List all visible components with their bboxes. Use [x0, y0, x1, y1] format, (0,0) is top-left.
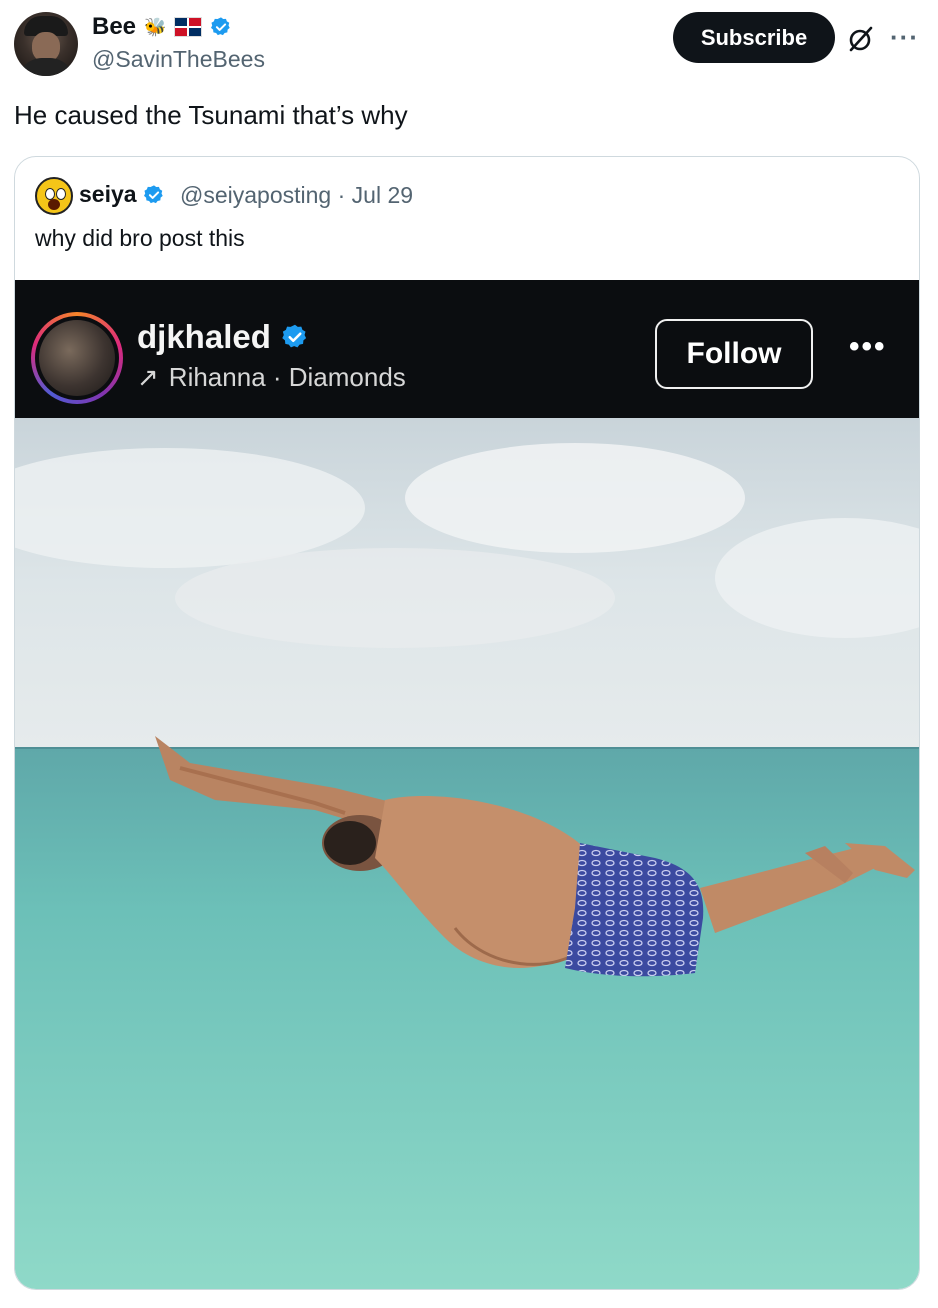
- diving-photo[interactable]: [15, 418, 919, 1289]
- author-name[interactable]: Bee: [92, 13, 136, 41]
- music-arrow-icon: ↗: [137, 362, 159, 392]
- tweet-text: He caused the Tsunami that’s why: [14, 100, 408, 130]
- verified-badge-icon: [211, 17, 231, 36]
- quoted-author-avatar[interactable]: [35, 177, 73, 215]
- quoted-author-handle[interactable]: @seiyaposting: [180, 182, 331, 208]
- instagram-header: djkhaled ↗ Rihanna · Diamonds Follow •••: [15, 280, 919, 418]
- author-handle[interactable]: @SavinTheBees: [92, 46, 265, 73]
- quoted-tweet-card[interactable]: seiya @seiyaposting · Jul 29 why did bro…: [14, 156, 920, 1290]
- ig-username: djkhaled: [137, 318, 271, 355]
- ig-verified-icon: [282, 324, 306, 348]
- grok-icon[interactable]: [846, 24, 876, 54]
- quoted-date[interactable]: Jul 29: [352, 182, 413, 208]
- story-ring: [31, 312, 123, 404]
- ig-music-row: ↗ Rihanna · Diamonds: [137, 362, 406, 393]
- quoted-author-name[interactable]: seiya: [79, 181, 137, 208]
- dominican-flag-icon: [174, 17, 203, 37]
- quoted-meta: @seiyaposting · Jul 29: [180, 182, 413, 209]
- bee-emoji-icon: 🐝: [144, 17, 167, 37]
- ig-avatar: [39, 320, 115, 396]
- ig-follow-button: Follow: [655, 319, 813, 389]
- verified-badge-icon: [143, 184, 163, 203]
- ig-more-icon: •••: [849, 330, 887, 363]
- ig-username-row: djkhaled: [137, 318, 309, 356]
- quoted-tweet-text: why did bro post this: [35, 225, 245, 251]
- ig-music-label: Rihanna · Diamonds: [168, 362, 406, 392]
- author-name-row[interactable]: Bee 🐝: [92, 13, 232, 41]
- meta-separator: ·: [337, 182, 346, 208]
- author-avatar[interactable]: [14, 12, 78, 76]
- quoted-author-name-row[interactable]: seiya: [79, 181, 165, 208]
- more-options-icon[interactable]: ···: [890, 22, 919, 53]
- subscribe-button[interactable]: Subscribe: [673, 12, 835, 63]
